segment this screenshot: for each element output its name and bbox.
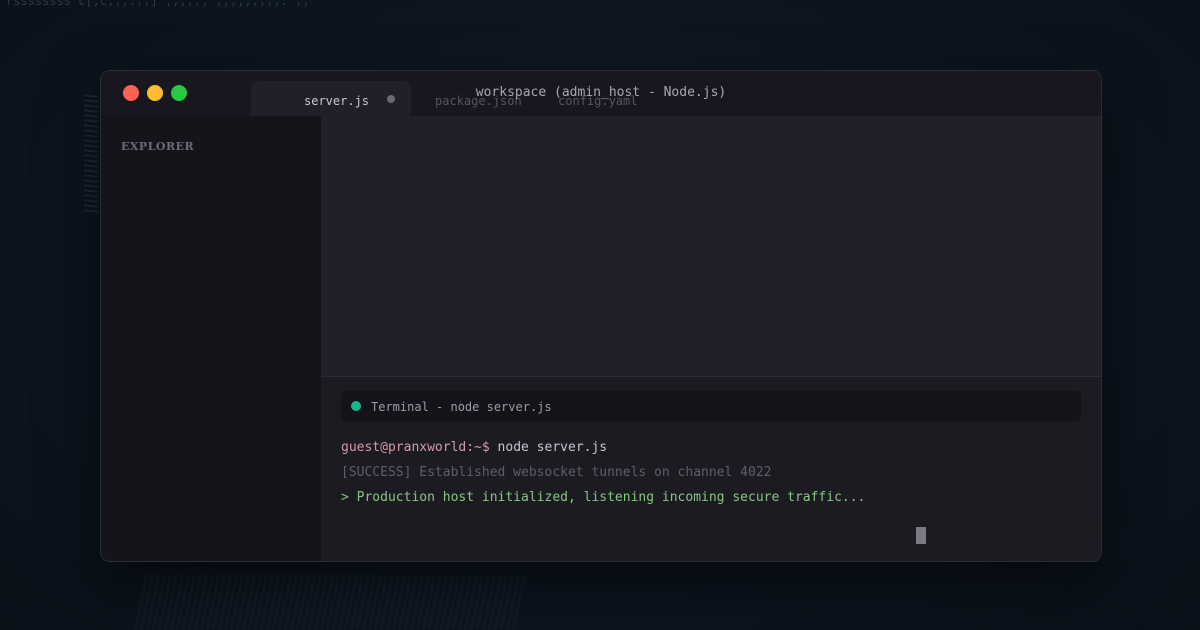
background-code-text: rssssssss c[;c;;;:;;] ;;;;;; ;;;;;;;;;: …	[6, 0, 310, 8]
explorer-sidebar: EXPLORER	[101, 116, 322, 561]
background-edge-glow	[84, 94, 98, 216]
terminal-status-icon	[351, 401, 361, 411]
terminal-cursor	[916, 527, 926, 544]
terminal-header-label: Terminal - node server.js	[371, 400, 552, 414]
terminal-output-info: > Production host initialized, listening…	[341, 490, 866, 505]
terminal-command-line: guest@pranxworld:~$ node server.js	[341, 440, 607, 455]
terminal-command: node server.js	[497, 440, 608, 455]
title-bar[interactable]: server.js package.json config.yaml works…	[101, 71, 1101, 116]
terminal-output-success: [SUCCESS] Established websocket tunnels …	[341, 465, 772, 480]
editor-window: server.js package.json config.yaml works…	[100, 70, 1102, 562]
code-editor-area[interactable]	[321, 116, 1101, 376]
background-streak	[134, 575, 526, 630]
explorer-title: EXPLORER	[121, 140, 195, 153]
window-title: workspace (admin_host - Node.js)	[475, 85, 727, 100]
terminal-prompt: guest@pranxworld:~$	[341, 440, 490, 455]
terminal-header: Terminal - node server.js	[341, 391, 1081, 421]
terminal-panel[interactable]: Terminal - node server.js guest@pranxwor…	[321, 376, 1101, 561]
